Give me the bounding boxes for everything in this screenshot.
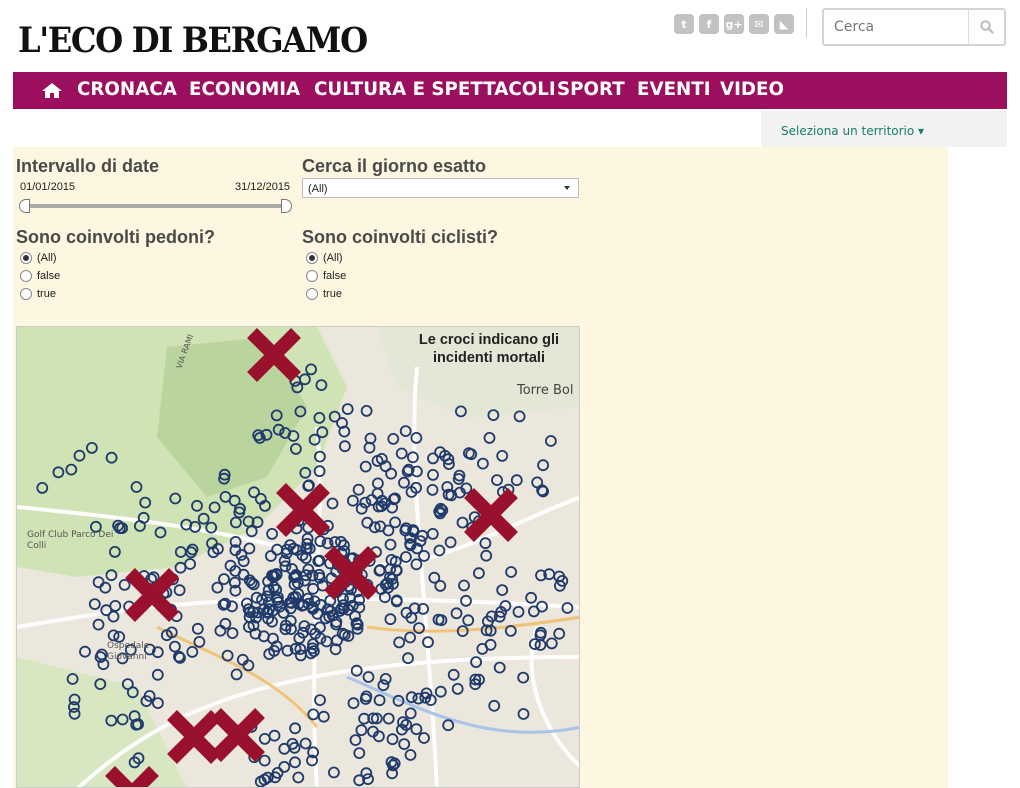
nav-item-eventi[interactable]: EVENTI (637, 78, 711, 100)
territory-selector[interactable]: Seleziona un territorio ▾ (761, 111, 1007, 147)
social-links: t f g+ ✉ ◣ (674, 14, 794, 34)
map-label-ospedale: Ospedale ... Giovanni (107, 641, 161, 662)
cyclists-option-true[interactable]: true (306, 287, 342, 301)
search-button[interactable] (968, 10, 1004, 44)
radio-button[interactable] (20, 270, 32, 282)
radio-label: true (37, 288, 56, 300)
date-range-end: 31/12/2015 (235, 181, 291, 193)
radio-button[interactable] (306, 288, 318, 300)
exact-day-value: (All) (308, 183, 328, 195)
cyclists-option-false[interactable]: false (306, 269, 346, 283)
page: L'ECO DI BERGAMO t f g+ ✉ ◣ CRONACA ECON… (0, 0, 1020, 788)
header-divider (806, 8, 807, 38)
map-canvas (17, 327, 579, 787)
territory-label: Seleziona un territorio ▾ (781, 124, 925, 138)
radio-button[interactable] (20, 288, 32, 300)
home-icon[interactable] (42, 82, 62, 99)
chevron-down-icon (564, 186, 570, 190)
search-input[interactable] (824, 10, 970, 44)
search-icon (979, 20, 994, 34)
mail-icon[interactable]: ✉ (749, 14, 769, 34)
exact-day-title: Cerca il giorno esatto (302, 156, 487, 176)
google-plus-icon[interactable]: g+ (724, 14, 744, 34)
radio-label: false (323, 270, 347, 282)
search-box (822, 8, 1006, 46)
nav-item-sport[interactable]: SPORT (557, 78, 625, 100)
twitter-icon[interactable]: t (674, 14, 694, 34)
nav-item-cronaca[interactable]: CRONACA (77, 78, 177, 100)
cyclists-option-all[interactable]: (All) (306, 251, 343, 265)
slider-handle-start[interactable] (19, 199, 30, 213)
radio-button[interactable] (20, 252, 32, 264)
pedestrians-option-all[interactable]: (All) (20, 251, 57, 265)
cyclists-title: Sono coinvolti ciclisti? (302, 227, 499, 247)
pedestrians-option-true[interactable]: true (20, 287, 56, 301)
main-nav: CRONACA ECONOMIA CULTURA E SPETTACOLI SP… (13, 72, 1007, 109)
exact-day-dropdown[interactable]: (All) (302, 178, 579, 198)
map-label-golf: Golf Club Parco Dei Colli (27, 530, 114, 551)
radio-label: false (37, 270, 61, 282)
accident-map[interactable]: Torre Bol Golf Club Parco Dei Colli Ospe… (16, 326, 580, 788)
radio-button[interactable] (306, 252, 318, 264)
date-range-title: Intervallo di date (16, 156, 160, 176)
radio-label: true (323, 288, 342, 300)
nav-item-economia[interactable]: ECONOMIA (189, 78, 300, 100)
radio-label: (All) (323, 252, 343, 264)
radio-button[interactable] (306, 270, 318, 282)
site-logo[interactable]: L'ECO DI BERGAMO (18, 20, 368, 61)
nav-item-video[interactable]: VIDEO (720, 78, 784, 100)
radio-label: (All) (37, 252, 57, 264)
date-range-start: 01/01/2015 (20, 181, 76, 193)
map-note: Le croci indicano gli incidenti mortali (418, 332, 560, 366)
facebook-icon[interactable]: f (699, 14, 719, 34)
nav-item-cultura[interactable]: CULTURA E SPETTACOLI (314, 78, 556, 100)
date-range-slider[interactable] (21, 204, 289, 208)
pedestrians-option-false[interactable]: false (20, 269, 60, 283)
rss-icon[interactable]: ◣ (774, 14, 794, 34)
map-label-torre: Torre Bol (517, 383, 574, 398)
pedestrians-title: Sono coinvolti pedoni? (16, 227, 215, 247)
